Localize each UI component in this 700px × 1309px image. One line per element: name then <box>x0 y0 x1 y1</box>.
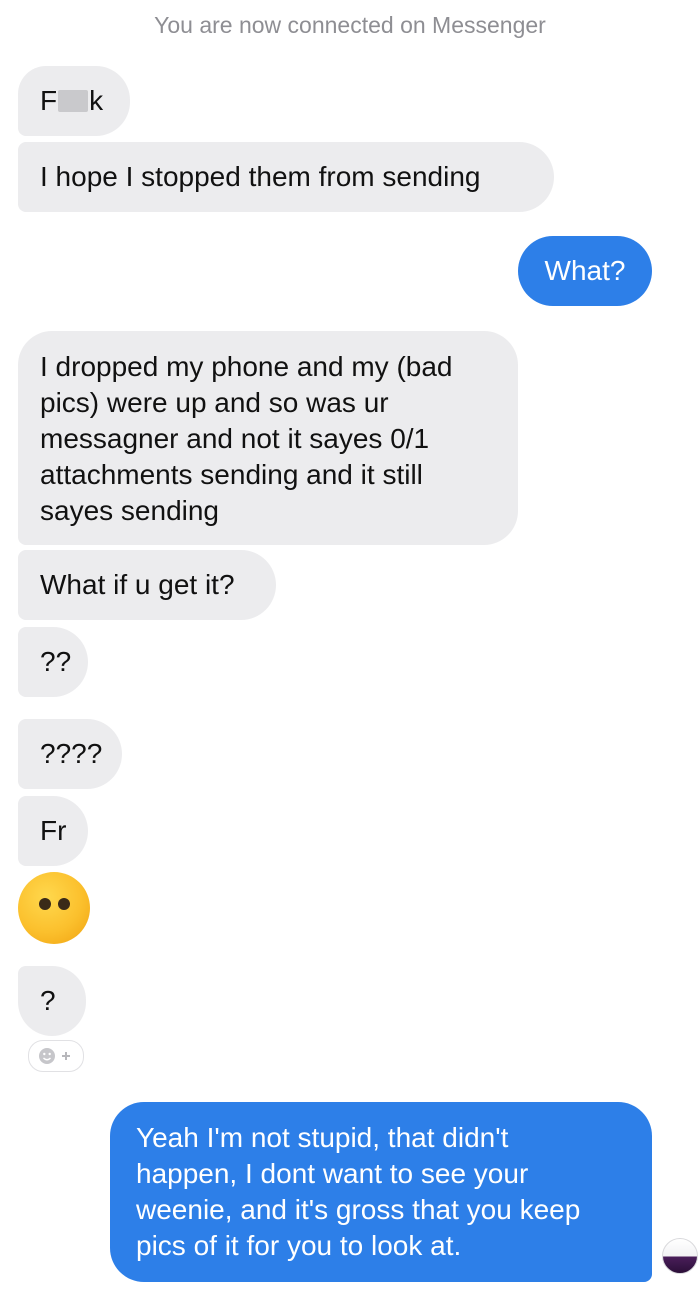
message-line: happen, I dont want to see your <box>136 1158 529 1189</box>
message-bubble-incoming[interactable]: ?? <box>18 627 88 697</box>
message-line: Yeah I'm not stupid, that didn't <box>136 1122 509 1153</box>
message-bubble-incoming[interactable]: ???? <box>18 719 122 789</box>
message-line: attachments sending and it still <box>40 459 423 490</box>
connection-notice: You are now connected on Messenger <box>154 12 546 38</box>
message-text: ???? <box>40 738 103 769</box>
message-bubble-incoming[interactable]: I hope I stopped them from sending <box>18 142 554 212</box>
add-reaction-icon[interactable] <box>28 1040 84 1072</box>
message-text: Fk <box>40 85 104 116</box>
message-text: I hope I stopped them from sending <box>40 161 481 192</box>
message-text: ?? <box>40 646 72 677</box>
message-bubble-incoming[interactable]: Fr <box>18 796 88 866</box>
smiley-plus-icon <box>39 1048 70 1064</box>
message-line: I dropped my phone and my (bad <box>40 351 453 382</box>
blurred-letters <box>58 90 89 112</box>
read-receipt-avatar <box>662 1238 698 1274</box>
message-line: pics) were up and so was ur <box>40 387 389 418</box>
face-without-mouth-emoji[interactable] <box>18 872 90 944</box>
message-text: Fr <box>40 815 67 846</box>
message-bubble-incoming[interactable]: Fk <box>18 66 130 136</box>
message-bubble-incoming[interactable]: I dropped my phone and my (bad pics) wer… <box>18 331 518 545</box>
message-text: What if u get it? <box>40 569 235 600</box>
message-bubble-incoming[interactable]: What if u get it? <box>18 550 276 620</box>
message-line: sayes sending <box>40 495 220 526</box>
emoji-eye <box>39 898 51 910</box>
message-bubble-outgoing[interactable]: What? <box>518 236 652 306</box>
message-line: weenie, and it's gross that you keep <box>136 1194 581 1225</box>
message-text: ? <box>40 985 56 1016</box>
message-bubble-incoming[interactable]: ? <box>18 966 86 1036</box>
message-bubble-outgoing[interactable]: Yeah I'm not stupid, that didn't happen,… <box>110 1102 652 1282</box>
message-line: messagner and not it sayes 0/1 <box>40 423 430 454</box>
emoji-eye <box>58 898 70 910</box>
message-text: What? <box>544 255 626 286</box>
message-line: pics of it for you to look at. <box>136 1230 462 1261</box>
